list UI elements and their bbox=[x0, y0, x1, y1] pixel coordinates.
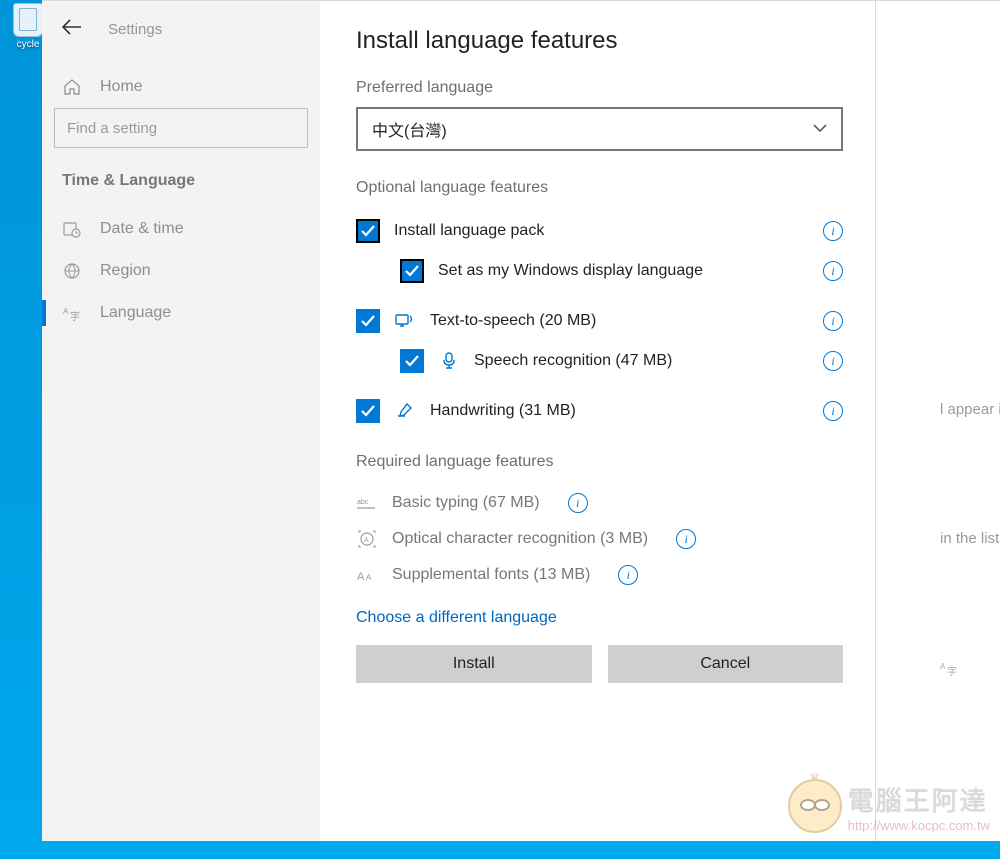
svg-text:字: 字 bbox=[70, 310, 80, 322]
info-icon[interactable]: i bbox=[568, 493, 588, 513]
required-basic-typing: abc Basic typing (67 MB) i bbox=[356, 485, 843, 521]
calendar-clock-icon bbox=[62, 220, 82, 238]
microphone-icon bbox=[438, 352, 460, 370]
info-icon[interactable]: i bbox=[823, 261, 843, 281]
sidebar-home-label: Home bbox=[100, 78, 143, 96]
checkbox-handwriting[interactable] bbox=[356, 399, 380, 423]
option-label: Speech recognition (47 MB) bbox=[474, 352, 672, 370]
info-icon[interactable]: i bbox=[823, 311, 843, 331]
cancel-button[interactable]: Cancel bbox=[608, 645, 844, 683]
checkbox-install-pack[interactable] bbox=[356, 219, 380, 243]
info-icon[interactable]: i bbox=[676, 529, 696, 549]
sidebar-item-label: Region bbox=[100, 262, 151, 280]
sidebar-category: Time & Language bbox=[54, 168, 308, 208]
install-language-dialog: Install language features Preferred lang… bbox=[320, 1, 876, 841]
preferred-language-label: Preferred language bbox=[356, 79, 843, 97]
option-install-pack: Install language pack i bbox=[356, 211, 843, 251]
svg-text:A: A bbox=[357, 571, 365, 583]
choose-different-link[interactable]: Choose a different language bbox=[356, 609, 557, 627]
sidebar-item-label: Date & time bbox=[100, 220, 184, 238]
bg-lang-icon-row: A字 bbox=[940, 659, 1000, 677]
sidebar-item-datetime[interactable]: Date & time bbox=[54, 208, 308, 250]
bg-text-1: l appear in this bbox=[940, 401, 1000, 418]
fonts-icon: AA bbox=[356, 567, 378, 583]
chevron-down-icon bbox=[813, 120, 827, 138]
option-set-display: Set as my Windows display language i bbox=[356, 251, 843, 291]
sidebar-item-label: Language bbox=[100, 304, 171, 322]
typing-icon: abc bbox=[356, 496, 378, 510]
sidebar-item-region[interactable]: Region bbox=[54, 250, 308, 292]
required-label: Optical character recognition (3 MB) bbox=[392, 530, 648, 548]
sidebar-item-language[interactable]: A字 Language bbox=[54, 292, 308, 334]
ocr-icon: A bbox=[356, 530, 378, 548]
info-icon[interactable]: i bbox=[618, 565, 638, 585]
search-input[interactable] bbox=[54, 108, 308, 148]
install-button[interactable]: Install bbox=[356, 645, 592, 683]
svg-text:abc: abc bbox=[357, 499, 369, 506]
option-label: Text-to-speech (20 MB) bbox=[430, 312, 596, 330]
sidebar-title: Settings bbox=[108, 21, 162, 38]
required-label: Supplemental fonts (13 MB) bbox=[392, 566, 590, 584]
language-icon: A字 bbox=[62, 304, 82, 322]
pen-icon bbox=[394, 402, 416, 420]
info-icon[interactable]: i bbox=[823, 351, 843, 371]
dialog-title: Install language features bbox=[356, 27, 843, 55]
checkbox-tts[interactable] bbox=[356, 309, 380, 333]
svg-text:A: A bbox=[364, 537, 369, 544]
svg-text:A: A bbox=[366, 573, 372, 582]
globe-icon bbox=[62, 262, 82, 280]
option-label: Set as my Windows display language bbox=[438, 262, 703, 280]
optional-heading: Optional language features bbox=[356, 179, 843, 197]
checkbox-speech[interactable] bbox=[400, 349, 424, 373]
required-heading: Required language features bbox=[356, 453, 843, 471]
checkbox-set-display[interactable] bbox=[400, 259, 424, 283]
required-label: Basic typing (67 MB) bbox=[392, 494, 540, 512]
sidebar-home[interactable]: Home bbox=[54, 66, 308, 108]
option-label: Install language pack bbox=[394, 222, 544, 240]
recycle-bin-icon bbox=[13, 3, 43, 37]
bg-text-2: in the list that bbox=[940, 530, 1000, 547]
tts-icon bbox=[394, 312, 416, 330]
language-dropdown[interactable]: 中文(台灣) bbox=[356, 107, 843, 151]
option-label: Handwriting (31 MB) bbox=[430, 402, 576, 420]
svg-text:A: A bbox=[940, 662, 946, 671]
svg-text:字: 字 bbox=[947, 665, 957, 677]
back-arrow-icon[interactable] bbox=[62, 19, 82, 40]
sidebar: Settings Home Time & Language Date & tim… bbox=[42, 1, 320, 841]
dropdown-value: 中文(台灣) bbox=[372, 117, 447, 141]
main-area: l appear in this in the list that A字 Ins… bbox=[320, 1, 1000, 841]
svg-text:A: A bbox=[63, 307, 69, 316]
settings-window: Settings Home Time & Language Date & tim… bbox=[42, 0, 1000, 841]
option-speech: Speech recognition (47 MB) i bbox=[356, 341, 843, 381]
info-icon[interactable]: i bbox=[823, 221, 843, 241]
option-tts: Text-to-speech (20 MB) i bbox=[356, 301, 843, 341]
required-ocr: A Optical character recognition (3 MB) i bbox=[356, 521, 843, 557]
info-icon[interactable]: i bbox=[823, 401, 843, 421]
option-handwriting: Handwriting (31 MB) i bbox=[356, 391, 843, 431]
required-fonts: AA Supplemental fonts (13 MB) i bbox=[356, 557, 843, 593]
home-icon bbox=[62, 78, 82, 96]
